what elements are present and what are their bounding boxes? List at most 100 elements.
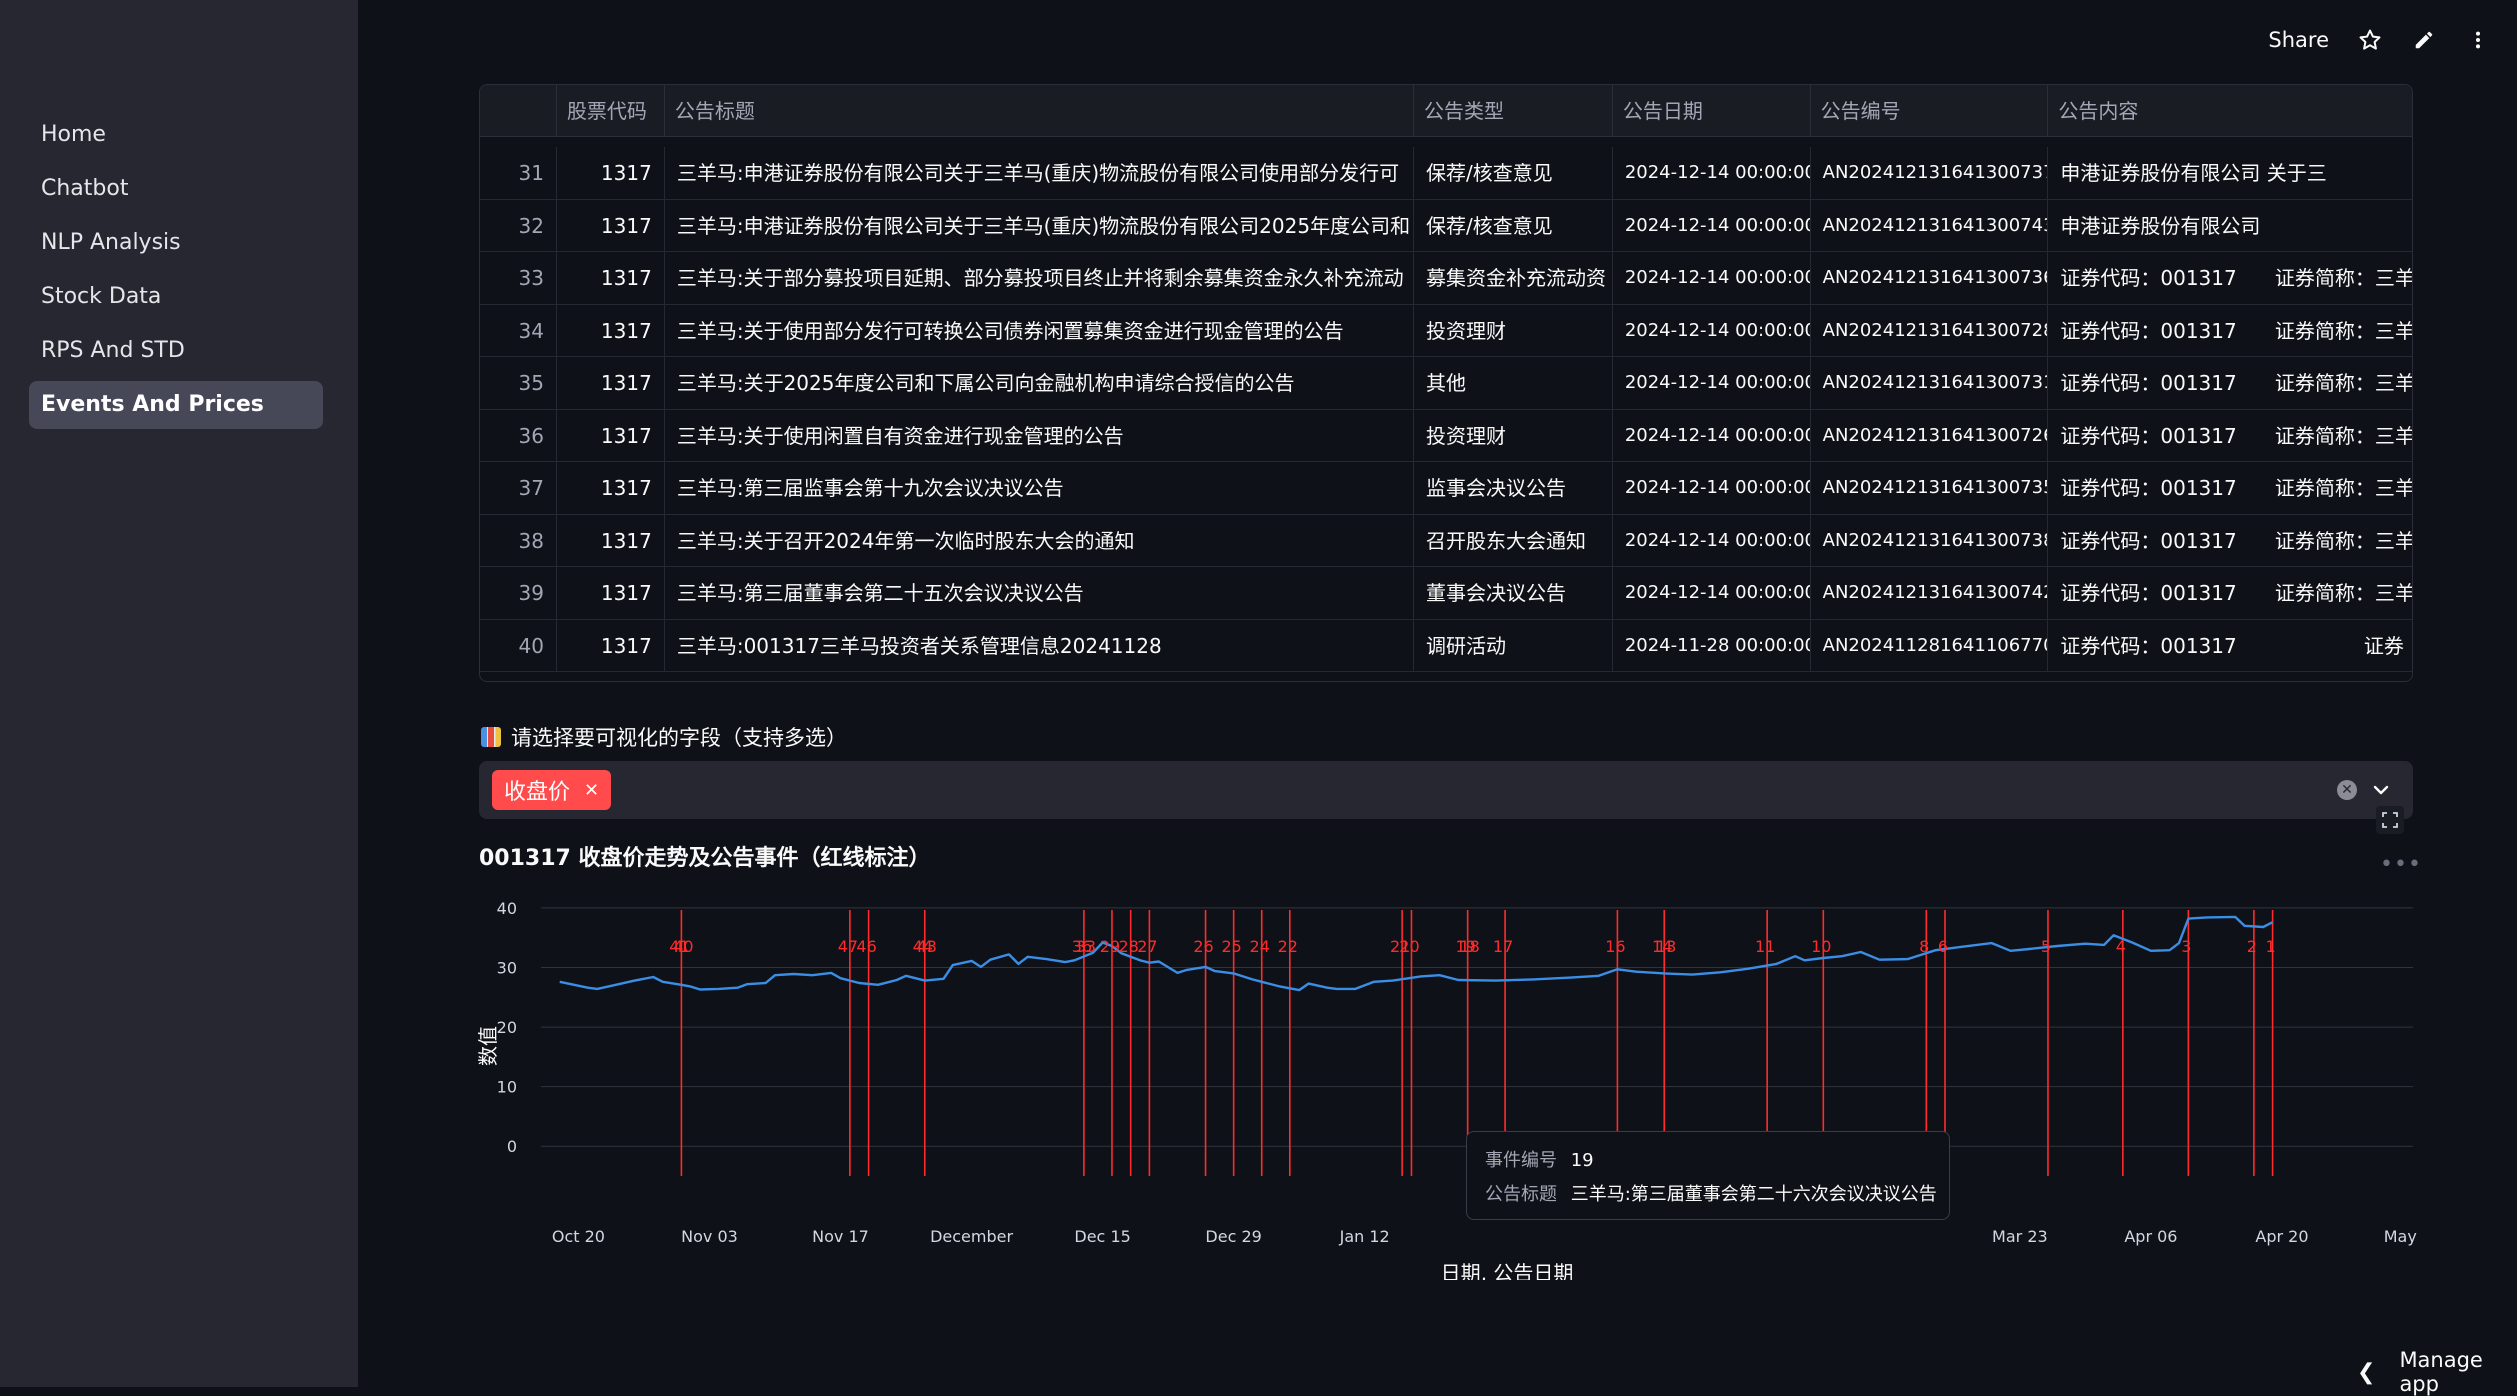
sidebar-item-stock-data[interactable]: Stock Data bbox=[29, 273, 323, 321]
cell-title[interactable]: 三羊马:申港证券股份有限公司关于三羊马(重庆)物流股份有限公司2025年度公司和 bbox=[665, 199, 1415, 252]
table-row[interactable]: 35 1317 三羊马:关于2025年度公司和下属公司向金融机构申请综合授信的公告其… bbox=[480, 357, 2412, 410]
cell-number[interactable]: AN202412131641300731 bbox=[1811, 357, 2049, 409]
cell-date[interactable]: 2024-12-14 00:00:00 bbox=[1613, 567, 1811, 619]
cell-title[interactable]: 三羊马:关于部分募投项目延期、部分募投项目终止并将剩余募集资金永久补充流动 bbox=[665, 252, 1415, 304]
more-vert-icon[interactable] bbox=[2463, 25, 2493, 55]
table-row[interactable]: 39 1317 三羊马:第三届董事会第二十五次会议决议公告 董事会决议公告 2024-1… bbox=[480, 567, 2412, 620]
cell-date[interactable]: 2024-12-14 00:00:00 bbox=[1613, 199, 1811, 252]
share-button[interactable]: Share bbox=[2268, 28, 2329, 52]
cell-type[interactable]: 其他 bbox=[1414, 357, 1613, 409]
cell-date[interactable]: 2024-12-14 00:00:00 bbox=[1613, 304, 1811, 357]
cell-type[interactable]: 保荐/核查意见 bbox=[1414, 199, 1613, 252]
cell-date[interactable]: 2024-12-14 00:00:00 bbox=[1613, 147, 1811, 199]
col-header-title[interactable]: 公告标题 bbox=[665, 85, 1415, 137]
cell-row-index[interactable]: 34 bbox=[480, 304, 557, 357]
star-icon[interactable] bbox=[2355, 25, 2385, 55]
manage-app-button[interactable]: ❮ Manage app bbox=[2357, 1348, 2517, 1396]
table-row[interactable]: 37 1317 三羊马:第三届监事会第十九次会议决议公告 监事会决议公告 2024-12… bbox=[480, 462, 2412, 515]
cell-content[interactable]: 证券代码：001317 证券简称：三羊 bbox=[2048, 462, 2412, 514]
cell-date[interactable]: 2024-12-14 00:00:00 bbox=[1613, 462, 1811, 514]
cell-stock-code[interactable]: 1317 bbox=[557, 462, 665, 514]
cell-row-index[interactable]: 35 bbox=[480, 357, 557, 409]
table-row[interactable]: 38 1317 三羊马:关于召开2024年第一次临时股东大会的通知 召开股东大会通知 2… bbox=[480, 514, 2412, 567]
price-events-chart[interactable]: 0102030404140 4746 4443 3633 292827 26 25 24 22 2… bbox=[470, 880, 2420, 1280]
chevron-down-icon[interactable] bbox=[2369, 778, 2393, 802]
cell-stock-code[interactable]: 1317 bbox=[557, 252, 665, 304]
table-row[interactable]: 31 1317 三羊马:申港证券股份有限公司关于三羊马(重庆)物流股份有限公司使用部… bbox=[480, 147, 2412, 200]
cell-title[interactable]: 三羊马:关于使用部分发行可转换公司债券闲置募集资金进行现金管理的公告 bbox=[665, 304, 1415, 357]
sidebar-item-home[interactable]: Home bbox=[29, 111, 323, 159]
col-header-type[interactable]: 公告类型 bbox=[1414, 85, 1613, 137]
cell-title[interactable]: 三羊马:第三届监事会第十九次会议决议公告 bbox=[665, 462, 1415, 514]
cell-number[interactable]: AN202412131641300736 bbox=[1811, 252, 2049, 304]
announcements-table[interactable]: 股票代码 公告标题 公告类型 公告日期 公告编号 公告内容 31 1317 三羊马:… bbox=[479, 84, 2413, 682]
cell-type[interactable]: 召开股东大会通知 bbox=[1414, 514, 1613, 567]
cell-row-index[interactable]: 31 bbox=[480, 147, 557, 199]
cell-row-index[interactable]: 38 bbox=[480, 514, 557, 567]
col-header-index[interactable] bbox=[480, 85, 557, 137]
table-row[interactable]: 32 1317 三羊马:申港证券股份有限公司关于三羊马(重庆)物流股份有限公司202… bbox=[480, 199, 2412, 252]
cell-date[interactable]: 2024-12-14 00:00:00 bbox=[1613, 357, 1811, 409]
cell-title[interactable]: 三羊马:关于召开2024年第一次临时股东大会的通知 bbox=[665, 514, 1415, 567]
cell-number[interactable]: AN202412131641300737 bbox=[1811, 147, 2049, 199]
cell-type[interactable]: 投资理财 bbox=[1414, 304, 1613, 357]
cell-title[interactable]: 三羊马:001317三羊马投资者关系管理信息20241128 bbox=[665, 619, 1415, 672]
cell-stock-code[interactable]: 1317 bbox=[557, 147, 665, 199]
table-row[interactable]: 40 1317 三羊马:001317三羊马投资者关系管理信息20241128 调研活动… bbox=[480, 619, 2412, 672]
cell-date[interactable]: 2024-11-28 00:00:00 bbox=[1613, 619, 1811, 672]
cell-content[interactable]: 申港证券股份有限公司 bbox=[2048, 200, 2412, 252]
cell-row-index[interactable]: 32 bbox=[480, 199, 557, 252]
sidebar-item-chatbot[interactable]: Chatbot bbox=[29, 165, 323, 213]
cell-type[interactable]: 董事会决议公告 bbox=[1414, 567, 1613, 619]
cell-stock-code[interactable]: 1317 bbox=[557, 619, 665, 672]
cell-title[interactable]: 三羊马:申港证券股份有限公司关于三羊马(重庆)物流股份有限公司使用部分发行可 bbox=[665, 147, 1415, 199]
cell-stock-code[interactable]: 1317 bbox=[557, 567, 665, 619]
cell-row-index[interactable]: 40 bbox=[480, 619, 557, 672]
cell-type[interactable]: 保荐/核查意见 bbox=[1414, 147, 1613, 199]
cell-number[interactable]: AN202412131641300742 bbox=[1811, 567, 2049, 619]
cell-date[interactable]: 2024-12-14 00:00:00 bbox=[1613, 409, 1811, 462]
cell-number[interactable]: AN202412131641300726 bbox=[1811, 409, 2049, 462]
cell-content[interactable]: 证券代码：001317 证券简称：三羊 bbox=[2048, 305, 2412, 357]
cell-content[interactable]: 证券代码：001317 证券简称：三羊 bbox=[2048, 252, 2412, 304]
sidebar-item-nlp-analysis[interactable]: NLP Analysis bbox=[29, 219, 323, 267]
cell-row-index[interactable]: 33 bbox=[480, 252, 557, 304]
cell-title[interactable]: 三羊马:第三届董事会第二十五次会议决议公告 bbox=[665, 567, 1415, 619]
cell-stock-code[interactable]: 1317 bbox=[557, 304, 665, 357]
cell-content[interactable]: 证券代码：001317 证券简称：三羊 bbox=[2048, 515, 2412, 567]
remove-tag-icon[interactable]: ✕ bbox=[584, 780, 599, 801]
cell-stock-code[interactable]: 1317 bbox=[557, 409, 665, 462]
cell-title[interactable]: 三羊马:关于使用闲置自有资金进行现金管理的公告 bbox=[665, 409, 1415, 462]
selected-tag[interactable]: 收盘价 ✕ bbox=[492, 770, 612, 810]
clear-icon[interactable]: ✕ bbox=[2337, 780, 2357, 800]
col-header-content[interactable]: 公告内容 bbox=[2048, 85, 2412, 137]
cell-row-index[interactable]: 36 bbox=[480, 409, 557, 462]
cell-stock-code[interactable]: 1317 bbox=[557, 357, 665, 409]
cell-row-index[interactable]: 37 bbox=[480, 462, 557, 514]
cell-date[interactable]: 2024-12-14 00:00:00 bbox=[1613, 514, 1811, 567]
cell-content[interactable]: 申港证券股份有限公司 关于三 bbox=[2048, 147, 2412, 199]
cell-stock-code[interactable]: 1317 bbox=[557, 514, 665, 567]
table-row[interactable]: 34 1317 三羊马:关于使用部分发行可转换公司债券闲置募集资金进行现金管理的公告… bbox=[480, 304, 2412, 357]
cell-number[interactable]: AN202412131641300743 bbox=[1811, 199, 2049, 252]
chart-more-icon[interactable]: ••• bbox=[2380, 852, 2422, 877]
sidebar-item-events-and-prices[interactable]: Events And Prices bbox=[29, 381, 323, 429]
col-header-number[interactable]: 公告编号 bbox=[1811, 85, 2049, 137]
cell-content[interactable]: 证券代码：001317 证券 bbox=[2048, 620, 2412, 672]
cell-content[interactable]: 证券代码：001317 证券简称：三羊 bbox=[2048, 410, 2412, 462]
cell-type[interactable]: 监事会决议公告 bbox=[1414, 462, 1613, 514]
cell-type[interactable]: 投资理财 bbox=[1414, 409, 1613, 462]
table-row[interactable]: 33 1317 三羊马:关于部分募投项目延期、部分募投项目终止并将剩余募集资金永久补… bbox=[480, 252, 2412, 305]
cell-content[interactable]: 证券代码：001317 证券简称：三羊 bbox=[2048, 357, 2412, 409]
sidebar-item-rps-and-std[interactable]: RPS And STD bbox=[29, 327, 323, 375]
cell-row-index[interactable]: 39 bbox=[480, 567, 557, 619]
cell-type[interactable]: 募集资金补充流动资 bbox=[1414, 252, 1613, 304]
cell-date[interactable]: 2024-12-14 00:00:00 bbox=[1613, 252, 1811, 304]
table-row[interactable]: 36 1317 三羊马:关于使用闲置自有资金进行现金管理的公告 投资理财 2024-12… bbox=[480, 409, 2412, 462]
col-header-date[interactable]: 公告日期 bbox=[1613, 85, 1811, 137]
cell-number[interactable]: AN202411281641106770 bbox=[1811, 619, 2049, 672]
edit-icon[interactable] bbox=[2409, 25, 2439, 55]
cell-stock-code[interactable]: 1317 bbox=[557, 199, 665, 252]
cell-content[interactable]: 证券代码：001317 证券简称：三羊 bbox=[2048, 567, 2412, 619]
cell-type[interactable]: 调研活动 bbox=[1414, 619, 1613, 672]
